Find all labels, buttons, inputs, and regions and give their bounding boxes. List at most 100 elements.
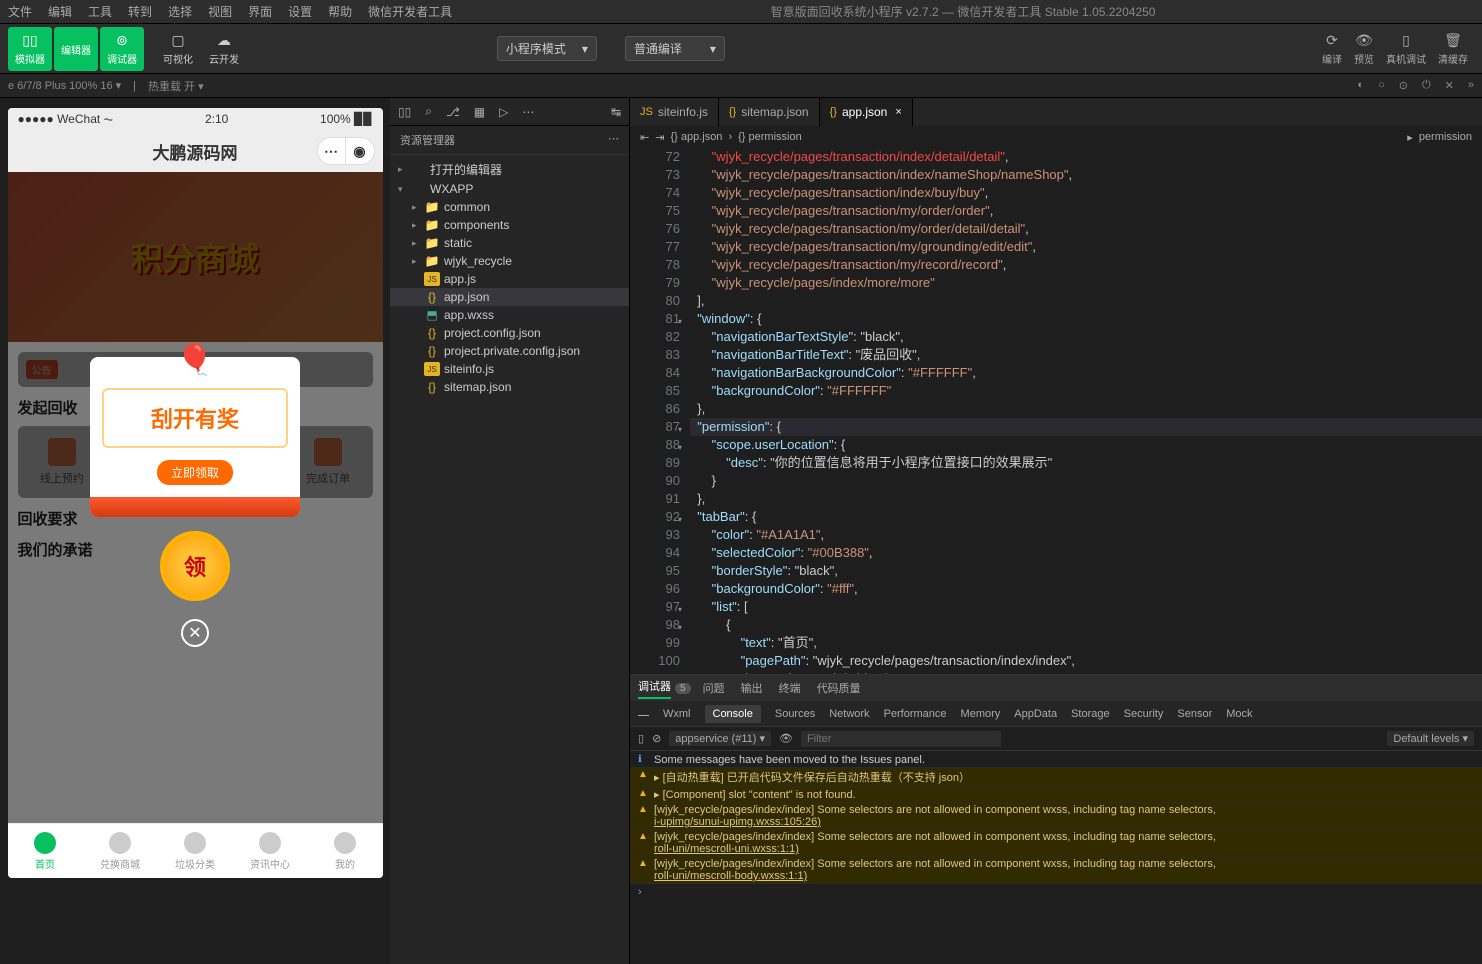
menu-item[interactable]: 界面	[248, 3, 272, 20]
toggle-icon[interactable]: ↹	[611, 105, 621, 119]
capsule-close-icon[interactable]: ◉	[346, 138, 374, 164]
search-icon[interactable]: ⌕	[425, 104, 432, 119]
dt-clear-icon[interactable]: ⊘	[652, 732, 661, 745]
device-action-icon[interactable]: ✕	[1445, 79, 1454, 92]
toolbar-预览[interactable]: 👁预览	[1354, 32, 1374, 66]
capsule-menu-icon[interactable]: ⋯	[318, 138, 346, 164]
coin-badge[interactable]: 领	[160, 531, 230, 601]
bc-symbol[interactable]: permission	[1419, 131, 1472, 143]
device-action-icon[interactable]: »	[1468, 79, 1474, 92]
dt-tab1[interactable]: 调试器	[638, 678, 671, 699]
console-prompt[interactable]: ›	[630, 884, 1482, 900]
toolbar-编译[interactable]: ⟳编译	[1322, 32, 1342, 66]
run-icon[interactable]: ▷	[499, 105, 508, 119]
tree-siteinfo.js[interactable]: JSsiteinfo.js	[390, 360, 629, 378]
tabbar-item[interactable]: 首页	[8, 824, 83, 878]
context-select[interactable]: appservice (#11) ▾	[669, 731, 771, 746]
console-row[interactable]: ▲[wjyk_recycle/pages/index/index] Some s…	[630, 857, 1482, 884]
claim-button[interactable]: 立即领取	[157, 460, 233, 485]
menu-item[interactable]: 微信开发者工具	[368, 3, 452, 20]
console-filter-input[interactable]	[801, 731, 1001, 747]
console-row[interactable]: ▲▸ [自动热重载] 已开启代码文件保存后自动热重载（不支持 json）	[630, 768, 1482, 787]
tree-WXAPP[interactable]: ▾WXAPP	[390, 180, 629, 198]
device-action-icon[interactable]: ◐	[1357, 79, 1364, 92]
tree-wjyk_recycle[interactable]: ▸📁wjyk_recycle	[390, 252, 629, 270]
tabbar-item[interactable]: 我的	[308, 824, 383, 878]
tree-app.json[interactable]: {}app.json	[390, 288, 629, 306]
editor-tab[interactable]: {}sitemap.json	[719, 98, 820, 126]
bc-nav-icon[interactable]: ⇤	[640, 131, 649, 144]
levels-select[interactable]: Default levels ▾	[1387, 731, 1474, 746]
code-editor[interactable]: 72737475767778798081▾828384858687▾88▾899…	[630, 148, 1482, 674]
dt-tab2-AppData[interactable]: AppData	[1014, 708, 1057, 720]
tabbar-item[interactable]: 垃圾分类	[158, 824, 233, 878]
tree-static[interactable]: ▸📁static	[390, 234, 629, 252]
close-icon[interactable]: ×	[895, 106, 901, 118]
bc-part[interactable]: {} permission	[738, 131, 802, 143]
console-row[interactable]: ▲[wjyk_recycle/pages/index/index] Some s…	[630, 803, 1482, 830]
close-icon[interactable]: ✕	[181, 619, 209, 647]
dt-menu-icon[interactable]: ⎼	[638, 707, 649, 720]
toolbar-清缓存[interactable]: 🗑清缓存	[1438, 32, 1468, 66]
chevron-right-icon[interactable]: ▸	[1407, 131, 1413, 144]
dt-tab2-Security[interactable]: Security	[1124, 708, 1164, 720]
bc-nav-icon[interactable]: ⇥	[655, 131, 664, 144]
menu-item[interactable]: 帮助	[328, 3, 352, 20]
dt-tab2-Memory[interactable]: Memory	[961, 708, 1001, 720]
dt-tab2-Network[interactable]: Network	[829, 708, 869, 720]
dt-tab1[interactable]: 终端	[779, 680, 801, 696]
menu-item[interactable]: 编辑	[48, 3, 72, 20]
editor-tab[interactable]: JSsiteinfo.js	[630, 98, 719, 126]
tree-app.js[interactable]: JSapp.js	[390, 270, 629, 288]
compile-select[interactable]: 普通编译▾	[625, 36, 725, 61]
console-row[interactable]: ▲[wjyk_recycle/pages/index/index] Some s…	[630, 830, 1482, 857]
dt-tab2-Mock[interactable]: Mock	[1226, 708, 1252, 720]
toolbar-调试器[interactable]: ⊚调试器	[100, 27, 144, 71]
tree-common[interactable]: ▸📁common	[390, 198, 629, 216]
menu-item[interactable]: 文件	[8, 3, 32, 20]
dt-pick-icon[interactable]: ▯	[638, 732, 644, 745]
dt-tab2-Wxml[interactable]: Wxml	[663, 708, 691, 720]
menu-item[interactable]: 设置	[288, 3, 312, 20]
editor-tab[interactable]: {}app.json×	[820, 98, 913, 126]
files-icon[interactable]: ▯▯	[398, 105, 411, 119]
tree-project.config.json[interactable]: {}project.config.json	[390, 324, 629, 342]
toolbar-编辑器[interactable]: 编辑器	[54, 27, 98, 71]
device-action-icon[interactable]: ○	[1378, 79, 1385, 92]
explorer-more-icon[interactable]: ⋯	[608, 132, 619, 148]
more-icon[interactable]: ⋯	[522, 105, 534, 119]
hot-reload-toggle[interactable]: 热重载 开 ▾	[148, 78, 204, 94]
bc-part[interactable]: {} app.json	[670, 131, 722, 143]
dt-tab1[interactable]: 代码质量	[817, 680, 861, 696]
dt-tab2-Sources[interactable]: Sources	[775, 708, 815, 720]
mode-select[interactable]: 小程序模式▾	[497, 36, 597, 61]
tabbar-item[interactable]: 资讯中心	[233, 824, 308, 878]
menu-item[interactable]: 转到	[128, 3, 152, 20]
dt-tab2-Console[interactable]: Console	[705, 705, 761, 723]
console-row[interactable]: ℹSome messages have been moved to the Is…	[630, 753, 1482, 768]
tree-app.wxss[interactable]: ⬒app.wxss	[390, 306, 629, 324]
menu-item[interactable]: 视图	[208, 3, 232, 20]
dt-tab1[interactable]: 问题	[703, 680, 725, 696]
toolbar-真机调试[interactable]: ▯真机调试	[1386, 32, 1426, 66]
menu-item[interactable]: 工具	[88, 3, 112, 20]
toolbar-云开发[interactable]: ☁云开发	[202, 27, 246, 71]
tree-sitemap.json[interactable]: {}sitemap.json	[390, 378, 629, 396]
toolbar-模拟器[interactable]: ▯▯模拟器	[8, 27, 52, 71]
toolbar-可视化[interactable]: ▢可视化	[156, 27, 200, 71]
dt-tab2-Performance[interactable]: Performance	[884, 708, 947, 720]
scm-icon[interactable]: ⎇	[446, 105, 460, 119]
eye-icon[interactable]: 👁	[779, 732, 793, 745]
device-action-icon[interactable]: ⏻	[1422, 79, 1431, 92]
tree-打开的编辑器[interactable]: ▸打开的编辑器	[390, 159, 629, 180]
tree-project.private.config.json[interactable]: {}project.private.config.json	[390, 342, 629, 360]
tree-components[interactable]: ▸📁components	[390, 216, 629, 234]
dt-tab2-Sensor[interactable]: Sensor	[1177, 708, 1212, 720]
dt-tab2-Storage[interactable]: Storage	[1071, 708, 1110, 720]
menu-item[interactable]: 选择	[168, 3, 192, 20]
ext-icon[interactable]: ▦	[474, 105, 485, 119]
console-row[interactable]: ▲▸ [Component] slot "content" is not fou…	[630, 787, 1482, 803]
device-action-icon[interactable]: ⊙	[1399, 79, 1408, 92]
dt-tab1[interactable]: 输出	[741, 680, 763, 696]
tabbar-item[interactable]: 兑换商城	[83, 824, 158, 878]
